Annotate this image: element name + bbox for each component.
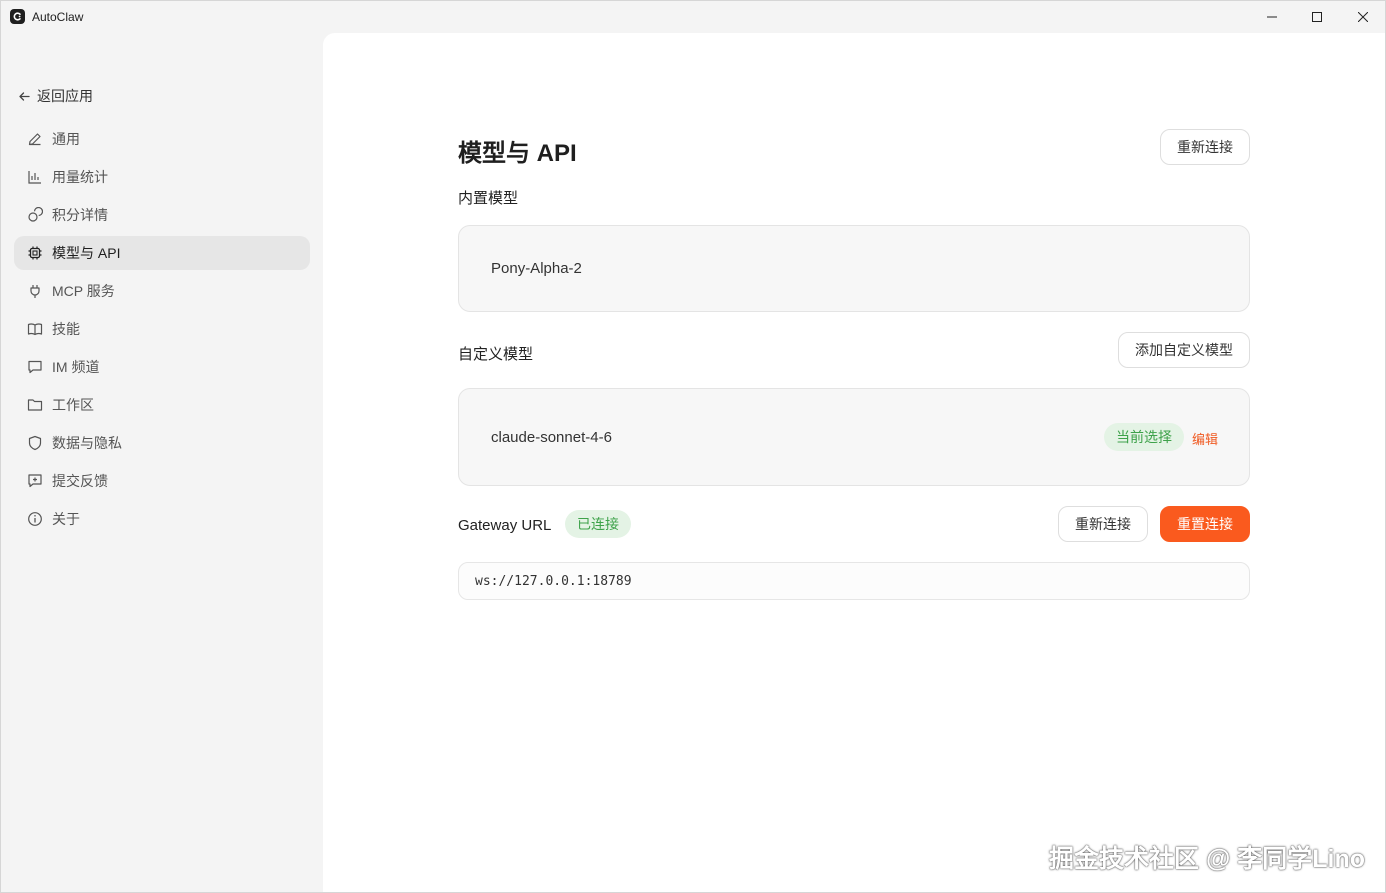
arrow-left-icon	[19, 91, 30, 101]
custom-model-name: claude-sonnet-4-6	[491, 429, 612, 446]
close-button[interactable]	[1340, 1, 1386, 33]
builtin-model-card[interactable]: Pony-Alpha-2	[458, 225, 1250, 312]
window-title: AutoClaw	[32, 10, 84, 24]
sidebar-item-feedback[interactable]: 提交反馈	[14, 464, 310, 498]
reset-connection-button[interactable]: 重置连接	[1160, 506, 1250, 542]
close-icon	[1358, 12, 1368, 22]
sidebar-item-models-api[interactable]: 模型与 API	[14, 236, 310, 270]
coins-icon	[26, 207, 43, 224]
sidebar-item-label: 关于	[52, 511, 80, 527]
builtin-model-label: 内置模型	[458, 190, 519, 207]
maximize-icon	[1312, 12, 1322, 22]
title-bar: AutoClaw	[1, 1, 1385, 33]
book-icon	[26, 321, 43, 338]
sidebar: 返回应用 通用 用量统计 积分详情 模型与 API MCP 服务 技能 IM 频…	[1, 33, 323, 893]
sidebar-item-usage[interactable]: 用量统计	[14, 160, 310, 194]
add-custom-model-button[interactable]: 添加自定义模型	[1118, 332, 1250, 368]
builtin-model-name: Pony-Alpha-2	[491, 260, 582, 277]
gateway-url-label: Gateway URL	[458, 517, 552, 534]
app-logo-icon	[10, 9, 25, 24]
shield-icon	[26, 435, 43, 452]
back-to-app-link[interactable]: 返回应用	[18, 87, 93, 105]
current-selection-badge: 当前选择	[1104, 423, 1184, 451]
sidebar-item-label: 模型与 API	[52, 245, 121, 261]
app-window: AutoClaw 返回应用 通用 用量统计 积分详情 模型与 API MCP 服…	[0, 0, 1386, 893]
plug-icon	[26, 283, 43, 300]
watermark: 掘金技术社区 @ 李同学Lino	[1049, 845, 1366, 873]
sidebar-item-workspace[interactable]: 工作区	[14, 388, 310, 422]
sidebar-item-label: IM 频道	[52, 359, 100, 375]
sidebar-item-label: 用量统计	[52, 169, 108, 185]
sidebar-item-general[interactable]: 通用	[14, 122, 310, 156]
minimize-button[interactable]	[1249, 1, 1295, 33]
folder-icon	[26, 397, 43, 414]
minimize-icon	[1267, 16, 1277, 18]
sidebar-item-label: MCP 服务	[52, 283, 115, 299]
pencil-icon	[26, 131, 43, 148]
sidebar-item-privacy[interactable]: 数据与隐私	[14, 426, 310, 460]
message-icon	[26, 359, 43, 376]
settings-nav: 通用 用量统计 积分详情 模型与 API MCP 服务 技能 IM 频道 工作区…	[14, 122, 310, 540]
chip-icon	[26, 245, 43, 262]
edit-model-link[interactable]: 编辑	[1192, 429, 1218, 448]
sidebar-item-label: 数据与隐私	[52, 435, 122, 451]
sidebar-item-label: 通用	[52, 131, 80, 147]
bar-chart-icon	[26, 169, 43, 186]
connection-status-badge: 已连接	[565, 510, 631, 538]
sidebar-item-about[interactable]: 关于	[14, 502, 310, 536]
reconnect-button[interactable]: 重新连接	[1058, 506, 1148, 542]
custom-model-label: 自定义模型	[458, 346, 534, 363]
feedback-icon	[26, 473, 43, 490]
sidebar-item-label: 提交反馈	[52, 473, 108, 489]
sidebar-item-mcp[interactable]: MCP 服务	[14, 274, 310, 308]
info-icon	[26, 511, 43, 528]
sidebar-item-label: 工作区	[52, 397, 94, 413]
sidebar-item-skills[interactable]: 技能	[14, 312, 310, 346]
maximize-button[interactable]	[1294, 1, 1340, 33]
custom-model-card[interactable]: claude-sonnet-4-6 当前选择 编辑	[458, 388, 1250, 486]
sidebar-item-im-channel[interactable]: IM 频道	[14, 350, 310, 384]
sidebar-item-label: 技能	[52, 321, 80, 337]
main-panel: 模型与 API 重新连接 内置模型 Pony-Alpha-2 自定义模型 添加自…	[323, 33, 1385, 892]
page-title: 模型与 API	[458, 140, 577, 167]
reconnect-top-button[interactable]: 重新连接	[1160, 129, 1250, 165]
sidebar-item-credits[interactable]: 积分详情	[14, 198, 310, 232]
gateway-url-field[interactable]: ws://127.0.0.1:18789	[458, 562, 1250, 600]
back-label: 返回应用	[37, 88, 93, 104]
sidebar-item-label: 积分详情	[52, 207, 108, 223]
